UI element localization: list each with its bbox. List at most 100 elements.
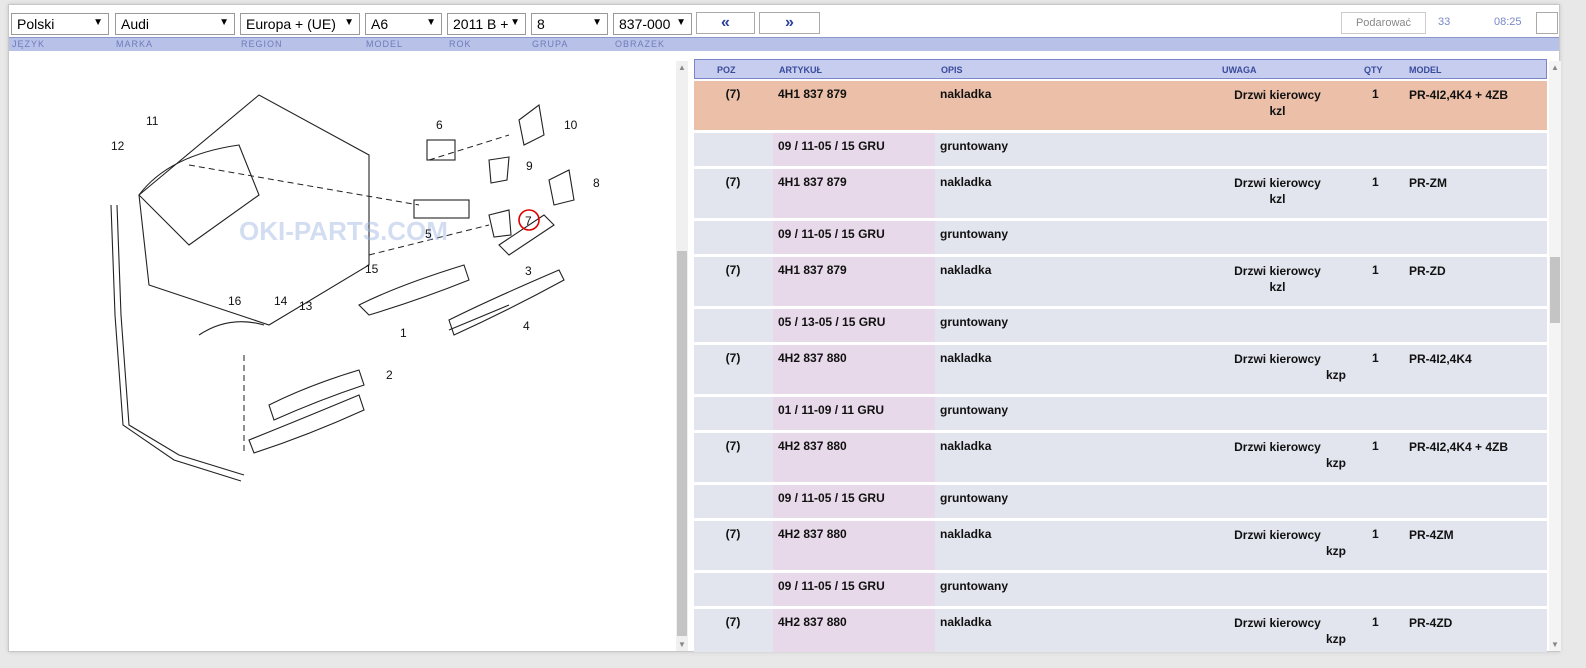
callout-8[interactable]: 8 xyxy=(593,176,600,190)
header-model: MODEL xyxy=(1409,65,1442,75)
callout-3[interactable]: 3 xyxy=(525,264,532,278)
qty-cell: 1 xyxy=(1372,615,1379,629)
dropdown-arrow-icon: ▼ xyxy=(344,17,354,28)
wire-4 xyxy=(448,304,510,331)
scroll-up-icon[interactable]: ▲ xyxy=(678,63,686,72)
opis-cell: gruntowany xyxy=(940,227,1008,241)
scroll-up-icon[interactable]: ▲ xyxy=(1551,63,1559,72)
group-label: GRUPA xyxy=(532,39,569,49)
callout-13[interactable]: 13 xyxy=(299,299,313,313)
poz-cell: (7) xyxy=(725,263,741,277)
opis-cell: nakladka xyxy=(940,439,992,453)
handle-4 xyxy=(448,269,565,336)
poz-cell: (7) xyxy=(725,87,741,101)
opis-cell: gruntowany xyxy=(940,491,1008,505)
table-row[interactable]: (7) 4H2 837 880 nakladka Drzwi kierowcy kzp 1… xyxy=(694,433,1547,485)
model-cell: PR-4I2,4K4 xyxy=(1409,352,1472,366)
model-cell: PR-4I2,4K4 + 4ZB xyxy=(1409,440,1509,454)
group-select[interactable]: 8 ▼ xyxy=(531,13,608,35)
table-row[interactable]: (7) 4H1 837 879 nakladka Drzwi kierowcy kzl 1… xyxy=(694,81,1547,133)
model-label: MODEL xyxy=(366,39,404,49)
part-8 xyxy=(548,169,575,206)
artykul-cell: 05 / 13-05 / 15 GRU xyxy=(773,309,935,342)
table-subrow[interactable]: 01 / 11-09 / 11 GRU gruntowany xyxy=(694,397,1547,433)
parts-diagram[interactable]: OKI-PARTS.COM 1 2 3 4 5 6 7 8 9 10 11 12… xyxy=(69,75,629,495)
dropdown-arrow-icon: ▼ xyxy=(93,17,103,28)
header-artykul: ARTYKUŁ xyxy=(779,65,822,75)
callout-1[interactable]: 1 xyxy=(400,326,407,340)
qty-cell: 1 xyxy=(1372,527,1379,541)
table-subrow[interactable]: 09 / 11-05 / 15 GRU gruntowany xyxy=(694,573,1547,609)
model-cell: PR-4I2,4K4 + 4ZB xyxy=(1409,88,1509,102)
region-select[interactable]: Europa + (UE) ▼ xyxy=(240,13,360,35)
qty-cell: 1 xyxy=(1372,263,1379,277)
qty-cell: 1 xyxy=(1372,175,1379,189)
callout-14[interactable]: 14 xyxy=(274,294,288,308)
next-button[interactable]: » xyxy=(759,12,820,34)
qty-cell: 1 xyxy=(1372,439,1379,453)
poz-cell: (7) xyxy=(725,175,741,189)
table-row[interactable]: (7) 4H2 837 880 nakladka Drzwi kierowcy kzp 1… xyxy=(694,609,1547,652)
scrollbar-thumb[interactable] xyxy=(677,251,687,636)
artykul-cell: 4H1 837 879 xyxy=(773,169,935,218)
group-value: 8 xyxy=(537,16,545,32)
callout-5[interactable]: 5 xyxy=(425,227,432,241)
callout-16[interactable]: 16 xyxy=(228,294,242,308)
table-subrow[interactable]: 09 / 11-05 / 15 GRU gruntowany xyxy=(694,485,1547,521)
table-row[interactable]: (7) 4H1 837 879 nakladka Drzwi kierowcy kzl 1… xyxy=(694,169,1547,221)
table-row[interactable]: (7) 4H2 837 880 nakladka Drzwi kierowcy kzp 1… xyxy=(694,345,1547,397)
callout-10[interactable]: 10 xyxy=(564,118,578,132)
callout-11[interactable]: 11 xyxy=(146,114,159,128)
language-select[interactable]: Polski ▼ xyxy=(11,13,109,35)
poz-cell: (7) xyxy=(725,439,741,453)
model-value: A6 xyxy=(371,16,389,32)
model-select[interactable]: A6 ▼ xyxy=(365,13,442,35)
square-button[interactable] xyxy=(1536,12,1558,34)
door-panel xyxy=(138,94,370,326)
callout-15[interactable]: 15 xyxy=(365,262,379,276)
callout-4[interactable]: 4 xyxy=(523,319,530,333)
watermark-text: OKI-PARTS.COM xyxy=(239,216,448,246)
uwaga-cell: Drzwi kierowcy xyxy=(1234,176,1321,190)
table-subrow[interactable]: 05 / 13-05 / 15 GRU gruntowany xyxy=(694,309,1547,345)
counter-value: 33 xyxy=(1438,16,1451,28)
cable-outline xyxy=(110,204,242,482)
uwaga-side-cell: kzl xyxy=(1269,104,1286,118)
callout-12[interactable]: 12 xyxy=(111,139,125,153)
uwaga-cell: Drzwi kierowcy xyxy=(1234,440,1321,454)
uwaga-cell: Drzwi kierowcy xyxy=(1234,88,1321,102)
opis-cell: gruntowany xyxy=(940,403,1008,417)
scroll-down-icon[interactable]: ▼ xyxy=(678,640,686,649)
opis-cell: nakladka xyxy=(940,527,992,541)
callout-7[interactable]: 7 xyxy=(525,214,532,228)
table-scrollbar[interactable]: ▲ ▼ xyxy=(1549,61,1561,651)
table-subrow[interactable]: 09 / 11-05 / 15 GRU gruntowany xyxy=(694,221,1547,257)
previous-button[interactable]: « xyxy=(696,12,755,34)
dropdown-arrow-icon: ▼ xyxy=(426,17,436,28)
year-select[interactable]: 2011 B + ▼ xyxy=(447,13,526,35)
uwaga-cell: Drzwi kierowcy xyxy=(1234,528,1321,542)
brand-select[interactable]: Audi ▼ xyxy=(115,13,235,35)
uwaga-side-cell: kzp xyxy=(1326,632,1347,646)
callout-2[interactable]: 2 xyxy=(386,368,393,382)
scroll-down-icon[interactable]: ▼ xyxy=(1551,640,1559,649)
poz-cell: (7) xyxy=(725,615,741,629)
scrollbar-thumb[interactable] xyxy=(1550,257,1560,323)
artykul-cell: 09 / 11-05 / 15 GRU xyxy=(773,221,935,254)
table-subrow[interactable]: 09 / 11-05 / 15 GRU gruntowany xyxy=(694,133,1547,169)
uwaga-cell: Drzwi kierowcy xyxy=(1234,264,1321,278)
region-value: Europa + (UE) xyxy=(246,16,336,32)
opis-cell: nakladka xyxy=(940,351,992,365)
callout-6[interactable]: 6 xyxy=(436,118,443,132)
callout-9[interactable]: 9 xyxy=(526,159,533,173)
wire-16 xyxy=(198,321,265,336)
model-cell: PR-ZM xyxy=(1409,176,1447,190)
leader-line xyxy=(188,164,420,206)
gift-button[interactable]: Podarować xyxy=(1341,12,1426,34)
dropdown-arrow-icon: ▼ xyxy=(219,17,229,28)
table-row[interactable]: (7) 4H1 837 879 nakladka Drzwi kierowcy kzl 1… xyxy=(694,257,1547,309)
table-row[interactable]: (7) 4H2 837 880 nakladka Drzwi kierowcy kzp 1… xyxy=(694,521,1547,573)
diagram-scrollbar[interactable]: ▲ ▼ xyxy=(676,61,688,651)
artykul-cell: 01 / 11-09 / 11 GRU xyxy=(773,397,935,430)
image-select[interactable]: 837-000 ▼ xyxy=(613,13,692,35)
